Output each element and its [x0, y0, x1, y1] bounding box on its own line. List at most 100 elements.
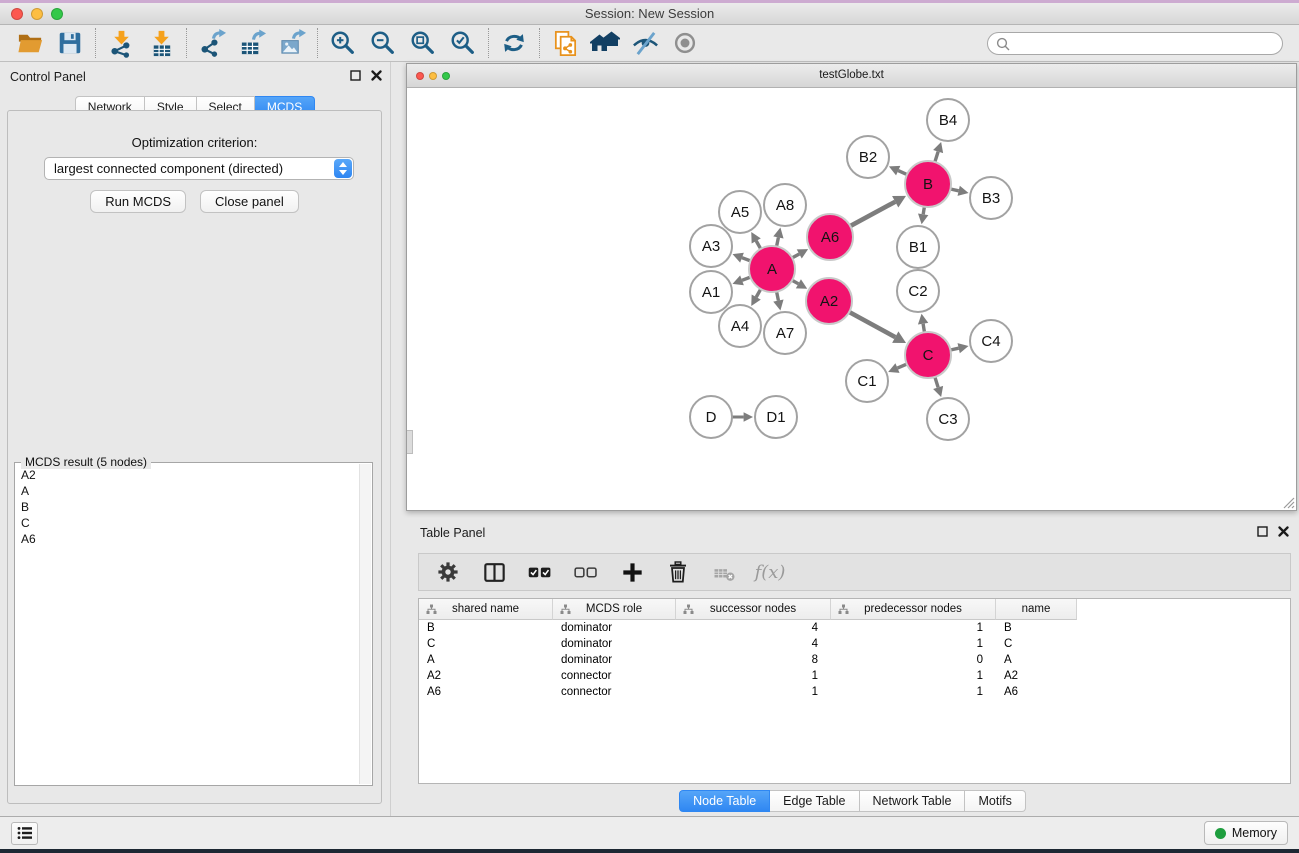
delete-column-button[interactable] — [663, 556, 693, 588]
resize-grip-icon[interactable] — [1281, 495, 1295, 509]
graph-edge-C-C2[interactable] — [923, 324, 924, 333]
zoom-selected-button[interactable] — [443, 27, 483, 59]
open-session-button[interactable] — [10, 27, 50, 59]
table-cell[interactable]: connector — [553, 686, 676, 698]
table-cell[interactable]: A — [419, 654, 553, 666]
table-cell[interactable]: A — [996, 654, 1077, 666]
table-row[interactable]: Cdominator41C — [419, 636, 1290, 652]
mcds-result-item[interactable]: C — [17, 515, 356, 531]
close-panel-icon[interactable] — [371, 70, 382, 81]
graph-edge-C-C4[interactable] — [950, 348, 958, 350]
show-view-button[interactable] — [665, 27, 705, 59]
graph-edge-A6-B[interactable] — [850, 202, 895, 226]
task-history-button[interactable] — [11, 822, 38, 845]
tab-node-table[interactable]: Node Table — [679, 790, 770, 812]
table-cell[interactable]: C — [996, 638, 1077, 650]
table-cell[interactable]: 4 — [676, 622, 831, 634]
column-header-predecessor-nodes[interactable]: predecessor nodes — [831, 599, 996, 620]
column-header-mcds-role[interactable]: MCDS role — [553, 599, 676, 620]
mcds-result-item[interactable]: A — [17, 483, 356, 499]
mcds-result-item[interactable]: A6 — [17, 531, 356, 547]
refresh-button[interactable] — [494, 27, 534, 59]
table-cell[interactable]: 4 — [676, 638, 831, 650]
table-row[interactable]: Bdominator41B — [419, 620, 1290, 636]
table-cell[interactable]: A6 — [419, 686, 553, 698]
graph-edge-A2-C[interactable] — [849, 312, 895, 337]
zoom-out-button[interactable] — [363, 27, 403, 59]
close-panel-button[interactable]: Close panel — [200, 190, 299, 213]
graph-edge-A-A6[interactable] — [792, 254, 799, 258]
close-panel-icon[interactable] — [1278, 526, 1289, 537]
mcds-result-item[interactable]: A2 — [17, 467, 356, 483]
table-row[interactable]: Adominator80A — [419, 652, 1290, 668]
import-table-button[interactable] — [141, 27, 181, 59]
table-cell[interactable]: connector — [553, 670, 676, 682]
table-cell[interactable]: A2 — [996, 670, 1077, 682]
table-cell[interactable]: dominator — [553, 654, 676, 666]
graph-edge-B-B2[interactable] — [898, 171, 907, 175]
export-image-button[interactable] — [272, 27, 312, 59]
run-mcds-button[interactable]: Run MCDS — [90, 190, 186, 213]
memory-button[interactable]: Memory — [1204, 821, 1288, 845]
table-cell[interactable]: 0 — [831, 654, 996, 666]
network-from-file-button[interactable] — [545, 27, 585, 59]
hide-graphics-details-button[interactable] — [625, 27, 665, 59]
float-panel-icon[interactable] — [350, 70, 361, 81]
add-column-button[interactable] — [617, 556, 647, 588]
zoom-in-button[interactable] — [323, 27, 363, 59]
table-cell[interactable]: 1 — [676, 686, 831, 698]
network-window-titlebar[interactable]: testGlobe.txt — [407, 64, 1296, 88]
application-window: Session: New Session — [0, 0, 1299, 853]
mcds-result-item[interactable]: B — [17, 499, 356, 515]
tab-motifs[interactable]: Motifs — [965, 790, 1025, 812]
splitter-handle[interactable] — [407, 430, 413, 454]
table-settings-button[interactable] — [433, 556, 463, 588]
table-cell[interactable]: 8 — [676, 654, 831, 666]
column-header-shared-name[interactable]: shared name — [419, 599, 553, 620]
graph-edge-B-B4[interactable] — [935, 152, 938, 162]
table-cell[interactable]: 1 — [676, 670, 831, 682]
tab-network-table[interactable]: Network Table — [860, 790, 966, 812]
column-header-successor-nodes[interactable]: successor nodes — [676, 599, 831, 620]
export-network-button[interactable] — [192, 27, 232, 59]
table-cell[interactable]: 1 — [831, 622, 996, 634]
show-column-button[interactable] — [479, 556, 509, 588]
zoom-fit-button[interactable] — [403, 27, 443, 59]
network-canvas[interactable]: AA1A2A3A4A5A6A7A8BB1B2B3B4CC1C2C3C4DD1 — [407, 88, 1296, 510]
graph-edge-B-B1[interactable] — [923, 207, 924, 215]
tab-edge-table[interactable]: Edge Table — [770, 790, 859, 812]
graph-edge-C-C3[interactable] — [935, 377, 938, 387]
table-row[interactable]: A6connector11A6 — [419, 684, 1290, 700]
unselect-all-button[interactable] — [571, 556, 601, 588]
table-cell[interactable]: C — [419, 638, 553, 650]
save-session-button[interactable] — [50, 27, 90, 59]
table-cell[interactable]: 1 — [831, 638, 996, 650]
home-button[interactable] — [585, 27, 625, 59]
table-row[interactable]: A2connector11A2 — [419, 668, 1290, 684]
select-all-button[interactable] — [525, 556, 555, 588]
graph-edge-A-A1[interactable] — [742, 277, 750, 280]
graph-edge-A-A2[interactable] — [792, 280, 798, 284]
table-cell[interactable]: A2 — [419, 670, 553, 682]
search-input[interactable] — [1014, 34, 1274, 53]
table-cell[interactable]: 1 — [831, 670, 996, 682]
graph-edge-A-A8[interactable] — [777, 237, 779, 246]
import-network-button[interactable] — [101, 27, 141, 59]
float-panel-icon[interactable] — [1257, 526, 1268, 537]
graph-edge-B-B3[interactable] — [950, 189, 958, 191]
result-scrollbar[interactable] — [359, 464, 371, 784]
graph-edge-C-C1[interactable] — [897, 364, 906, 368]
table-cell[interactable]: dominator — [553, 638, 676, 650]
table-cell[interactable]: 1 — [831, 686, 996, 698]
graph-edge-A-A5[interactable] — [756, 241, 761, 249]
graph-edge-A-A4[interactable] — [756, 289, 761, 297]
graph-edge-A-A7[interactable] — [777, 292, 779, 301]
column-header-name[interactable]: name — [996, 599, 1077, 620]
table-cell[interactable]: B — [996, 622, 1077, 634]
table-cell[interactable]: B — [419, 622, 553, 634]
criterion-dropdown[interactable]: largest connected component (directed) — [44, 157, 354, 180]
table-cell[interactable]: A6 — [996, 686, 1077, 698]
export-table-button[interactable] — [232, 27, 272, 59]
graph-edge-A-A3[interactable] — [742, 258, 750, 261]
table-cell[interactable]: dominator — [553, 622, 676, 634]
